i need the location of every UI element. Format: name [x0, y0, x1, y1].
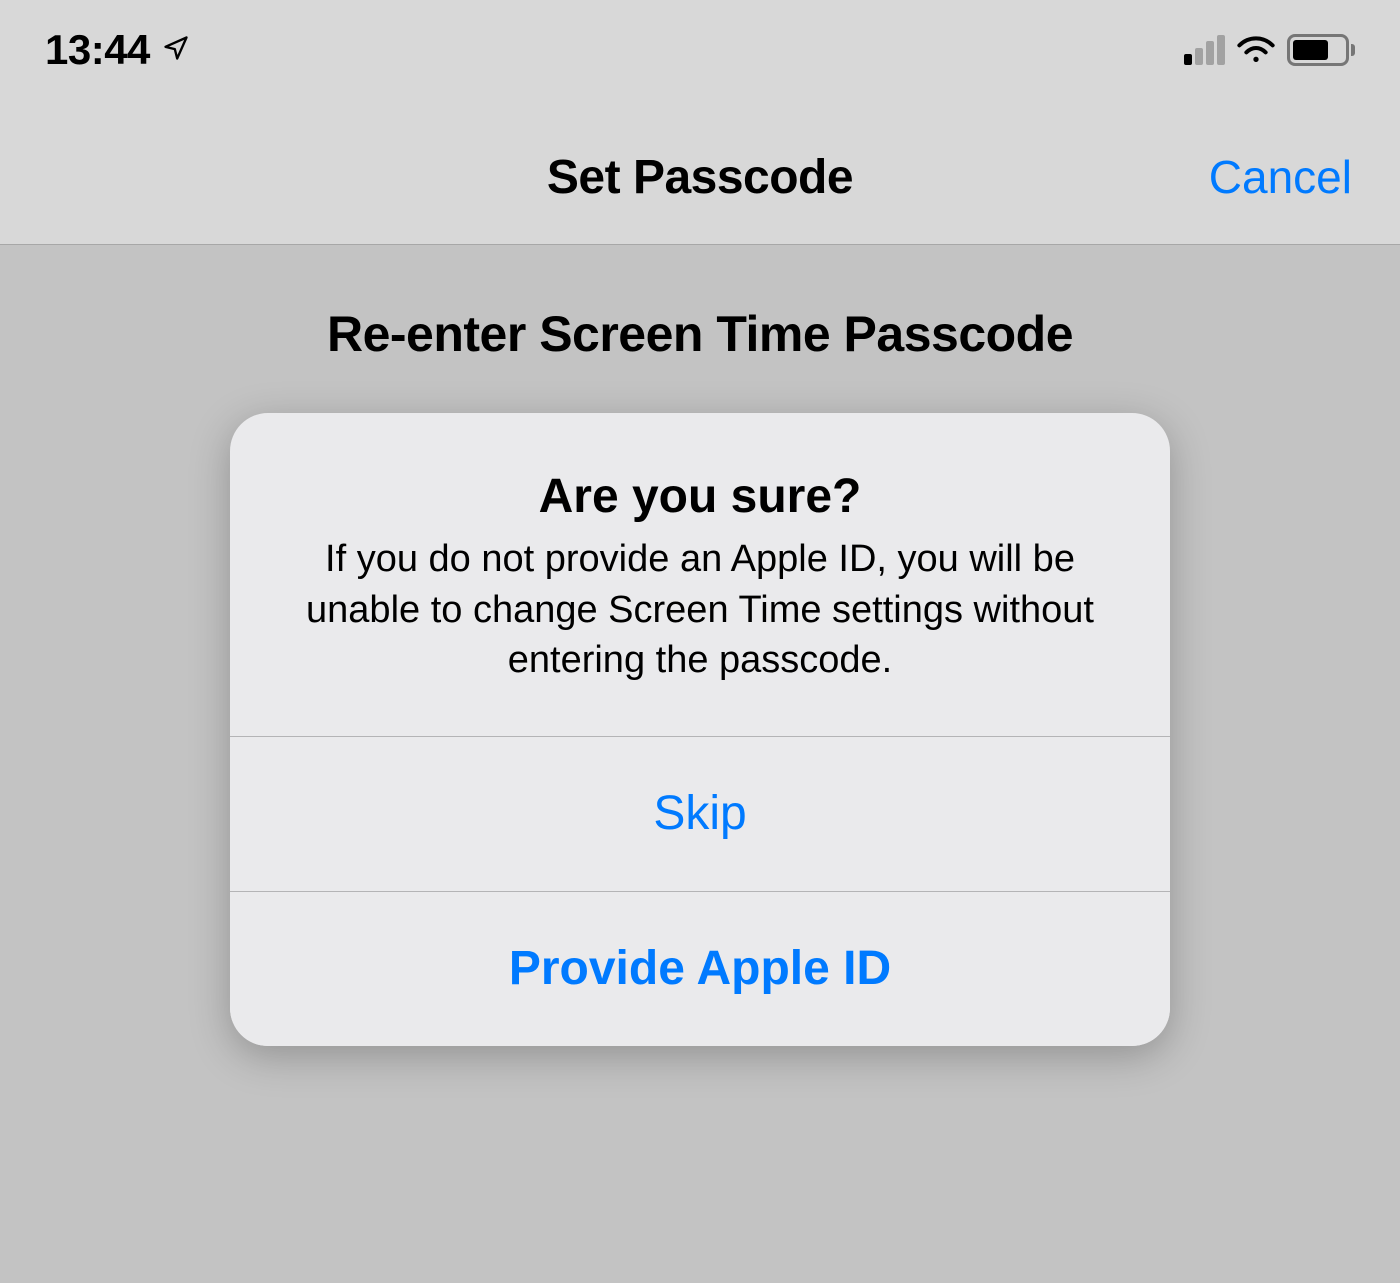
- navigation-bar: Set Passcode Cancel: [0, 110, 1400, 245]
- confirmation-alert: Are you sure? If you do not provide an A…: [230, 413, 1170, 1046]
- status-right: [1184, 32, 1355, 69]
- passcode-prompt: Re-enter Screen Time Passcode: [0, 305, 1400, 363]
- status-left: 13:44: [45, 26, 190, 74]
- battery-icon: [1287, 34, 1355, 66]
- provide-apple-id-button[interactable]: Provide Apple ID: [230, 891, 1170, 1046]
- page-title: Set Passcode: [0, 150, 1400, 205]
- location-arrow-icon: [162, 34, 190, 67]
- signal-strength-icon: [1184, 35, 1225, 65]
- cancel-button[interactable]: Cancel: [1209, 150, 1352, 204]
- wifi-icon: [1235, 32, 1277, 69]
- status-bar: 13:44: [0, 0, 1400, 110]
- alert-body: Are you sure? If you do not provide an A…: [230, 413, 1170, 736]
- alert-title: Are you sure?: [278, 469, 1122, 524]
- status-time: 13:44: [45, 26, 150, 74]
- alert-message: If you do not provide an Apple ID, you w…: [290, 534, 1110, 686]
- skip-button[interactable]: Skip: [230, 736, 1170, 891]
